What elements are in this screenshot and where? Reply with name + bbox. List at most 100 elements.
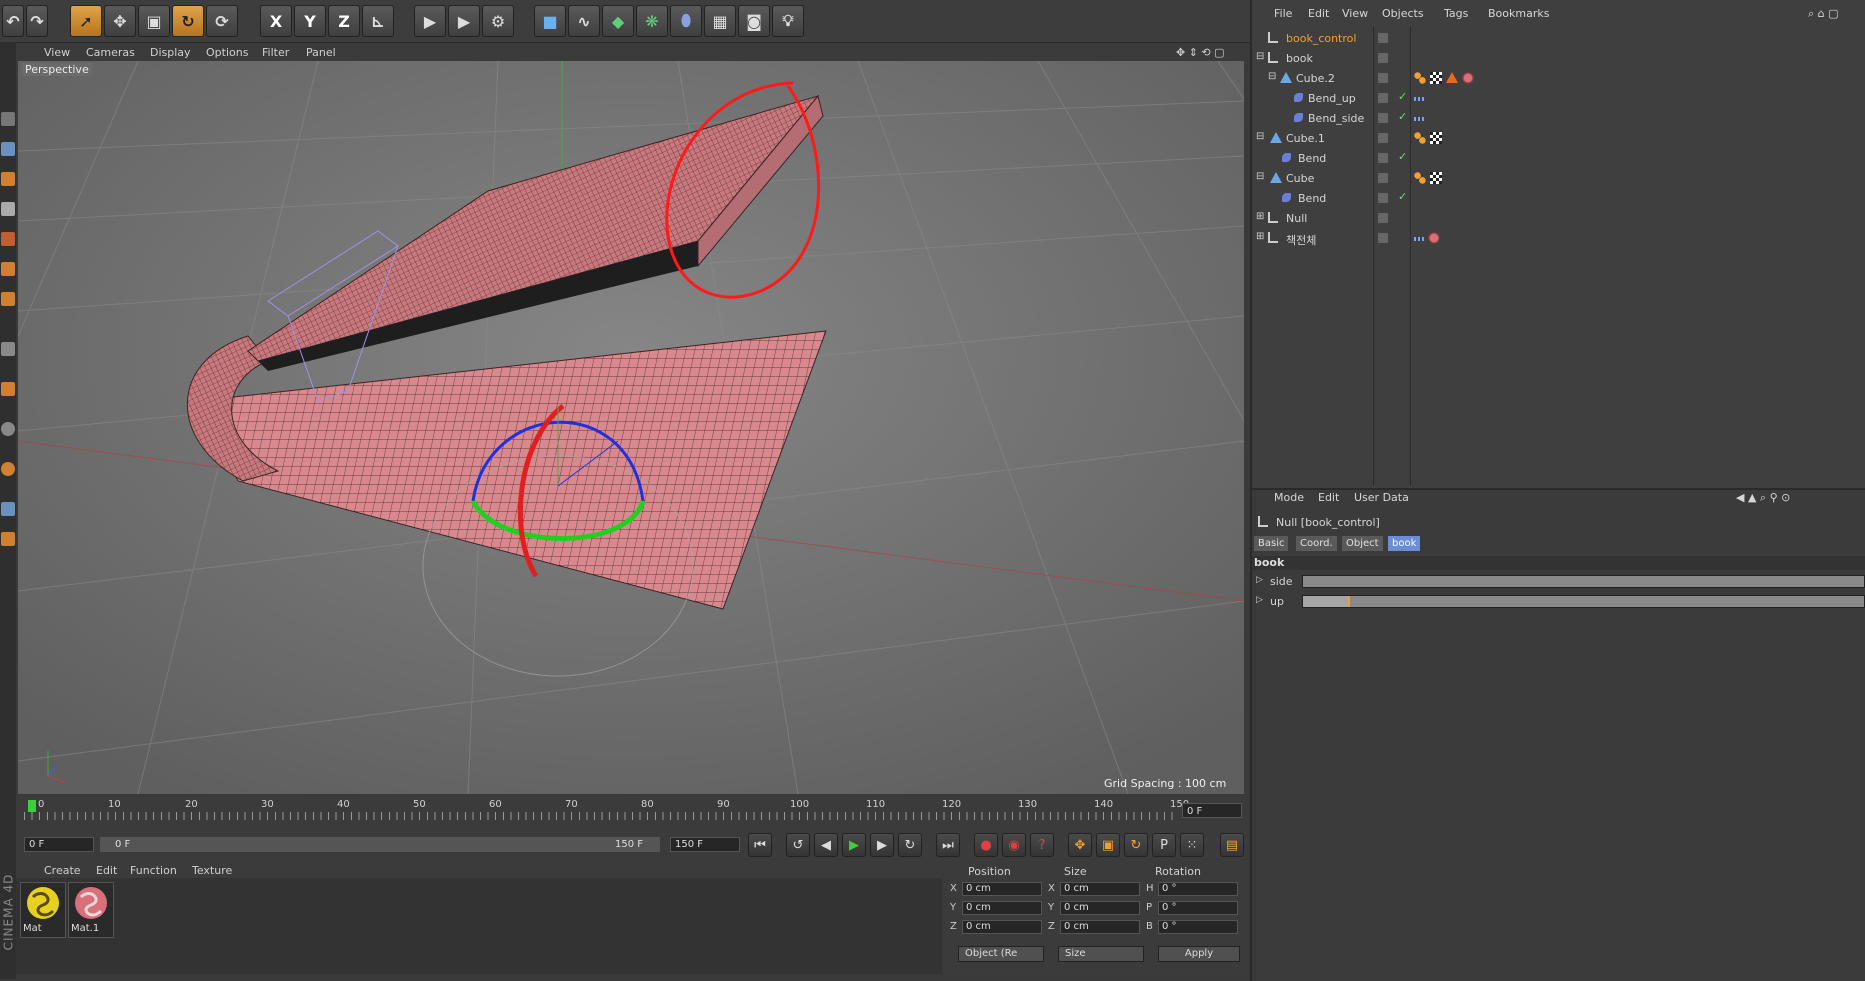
object-name[interactable]: Cube <box>1286 172 1314 185</box>
side-slider[interactable] <box>1302 575 1865 588</box>
preview-range-slider[interactable]: 0 F 150 F <box>100 837 660 852</box>
viewport-nav-icons[interactable]: ✥ ⇕ ⟲ ▢ <box>1176 46 1225 59</box>
x-axis-lock-button[interactable]: X <box>260 5 292 37</box>
object-menu-bookmarks[interactable]: Bookmarks <box>1488 7 1549 20</box>
material-tag-icon[interactable] <box>1462 72 1474 84</box>
axis-mode-icon[interactable] <box>1 292 15 306</box>
viewport-menu-options[interactable]: Options <box>206 46 248 59</box>
rotation-p-field[interactable]: 0 ° <box>1158 901 1238 915</box>
texture-tag-icon[interactable] <box>1430 72 1442 84</box>
recent-tool-button[interactable]: ⟳ <box>206 5 238 37</box>
autokey-icon[interactable]: ◉ <box>1002 833 1026 857</box>
render-settings-button[interactable]: ⚙ <box>482 5 514 37</box>
make-editable-icon[interactable] <box>1 112 15 126</box>
key-rotation-icon[interactable]: ↻ <box>1124 833 1148 857</box>
key-scale-icon[interactable]: ▣ <box>1096 833 1120 857</box>
collapse-icon[interactable]: ⊟ <box>1256 171 1264 182</box>
material-menu-create[interactable]: Create <box>44 864 81 877</box>
object-menu-file[interactable]: File <box>1274 7 1292 20</box>
goto-end-icon[interactable]: ⏭ <box>936 833 960 857</box>
3d-viewport[interactable] <box>18 61 1244 794</box>
layer-icon[interactable] <box>1378 153 1388 163</box>
material-menu-function[interactable]: Function <box>130 864 177 877</box>
apply-button[interactable]: Apply <box>1158 946 1240 962</box>
layer-icon[interactable] <box>1378 193 1388 203</box>
next-frame-icon[interactable]: ▶ <box>870 833 894 857</box>
material-tag-icon[interactable] <box>1428 232 1440 244</box>
object-name[interactable]: Bend_up <box>1308 92 1356 105</box>
material-swatch[interactable]: Mat <box>20 882 66 938</box>
object-name[interactable]: Cube.2 <box>1296 72 1335 85</box>
layer-icon[interactable] <box>1378 213 1388 223</box>
collapse-icon[interactable]: ⊟ <box>1256 131 1264 142</box>
object-name[interactable]: book_control <box>1286 32 1356 45</box>
select-tool-button[interactable]: ➚ <box>70 5 102 37</box>
viewport-menu-display[interactable]: Display <box>150 46 191 59</box>
size-x-field[interactable]: 0 cm <box>1060 882 1140 896</box>
next-key-icon[interactable]: ↻ <box>898 833 922 857</box>
texture-mode-icon[interactable] <box>1 172 15 186</box>
key-pla-icon[interactable]: ⁙ <box>1180 833 1204 857</box>
rotation-h-field[interactable]: 0 ° <box>1158 882 1238 896</box>
redo-icon[interactable]: ↷ <box>26 5 48 37</box>
previous-frame-icon[interactable]: ◀ <box>814 833 838 857</box>
material-menu-edit[interactable]: Edit <box>96 864 117 877</box>
points-mode-icon[interactable] <box>1 202 15 216</box>
position-z-field[interactable]: 0 cm <box>962 920 1042 934</box>
keyframe-selection-icon[interactable]: ? <box>1030 833 1054 857</box>
position-y-field[interactable]: 0 cm <box>962 901 1042 915</box>
object-name[interactable]: Bend <box>1298 152 1326 165</box>
attr-nav-icons[interactable]: ◀ ▲ ⌕ ⚲ ⊙ <box>1736 491 1790 505</box>
object-menu-tags[interactable]: Tags <box>1444 7 1468 20</box>
timeline-window-icon[interactable]: ▤ <box>1220 833 1244 857</box>
layer-icon[interactable] <box>1378 173 1388 183</box>
cube-primitive-button[interactable]: ■ <box>534 5 566 37</box>
texture-tag-icon[interactable] <box>1430 132 1442 144</box>
viewport-menu-filter[interactable]: Filter <box>262 46 289 59</box>
spline-button[interactable]: ∿ <box>568 5 600 37</box>
light-button[interactable]: 💡︎ <box>772 5 804 37</box>
texture-tag-icon[interactable] <box>1430 172 1442 184</box>
tab-book[interactable]: book <box>1388 536 1421 551</box>
size-mode-select[interactable]: Size <box>1058 946 1144 962</box>
object-name[interactable]: book <box>1286 52 1313 65</box>
xpresso-tag-icon[interactable] <box>1414 97 1426 101</box>
rotate-tool-button[interactable]: ↻ <box>172 5 204 37</box>
edges-mode-icon[interactable] <box>1 232 15 246</box>
end-frame-field[interactable]: 150 F <box>670 837 740 852</box>
object-menu-edit[interactable]: Edit <box>1308 7 1329 20</box>
object-name[interactable]: Bend_side <box>1308 112 1364 125</box>
camera-button[interactable]: ◙ <box>738 5 770 37</box>
selection-tag-icon[interactable] <box>1414 172 1426 184</box>
object-menu-objects[interactable]: Objects <box>1382 7 1424 20</box>
layer-icon[interactable] <box>1378 93 1388 103</box>
tab-basic[interactable]: Basic <box>1254 536 1289 551</box>
viewport-menu-panel[interactable]: Panel <box>306 46 336 59</box>
object-row[interactable]: ⊟ book <box>1252 50 1865 67</box>
object-row[interactable]: Bend ✓ <box>1252 190 1865 207</box>
key-position-icon[interactable]: ✥ <box>1068 833 1092 857</box>
coordinate-system-button[interactable]: ⊾ <box>362 5 394 37</box>
size-z-field[interactable]: 0 cm <box>1060 920 1140 934</box>
enabled-check-icon[interactable]: ✓ <box>1398 110 1407 123</box>
scale-tool-button[interactable]: ▣ <box>138 5 170 37</box>
deformer-button[interactable]: ⬮ <box>670 5 702 37</box>
render-picture-viewer-button[interactable]: ▶ <box>448 5 480 37</box>
object-row[interactable]: Bend_side ✓ <box>1252 110 1865 127</box>
layer-icon[interactable] <box>1378 73 1388 83</box>
current-frame-field[interactable]: 0 F <box>1182 803 1242 818</box>
object-name[interactable]: Null <box>1286 212 1307 225</box>
previous-key-icon[interactable]: ↺ <box>786 833 810 857</box>
tab-coord[interactable]: Coord. <box>1296 536 1337 551</box>
expand-icon[interactable]: ⊞ <box>1256 211 1264 222</box>
paint-icon[interactable] <box>1 532 15 546</box>
viewport-menu-view[interactable]: View <box>44 46 70 59</box>
layer-icon[interactable] <box>1378 53 1388 63</box>
expand-icon[interactable]: ⊞ <box>1256 231 1264 242</box>
collapse-icon[interactable]: ⊟ <box>1256 51 1264 62</box>
floor-button[interactable]: ▦ <box>704 5 736 37</box>
sculpt-icon[interactable] <box>1 502 15 516</box>
coordinate-mode-select[interactable]: Object (Re <box>958 946 1044 962</box>
locked-workplane-icon[interactable] <box>1 462 15 476</box>
array-button[interactable]: ❋ <box>636 5 668 37</box>
